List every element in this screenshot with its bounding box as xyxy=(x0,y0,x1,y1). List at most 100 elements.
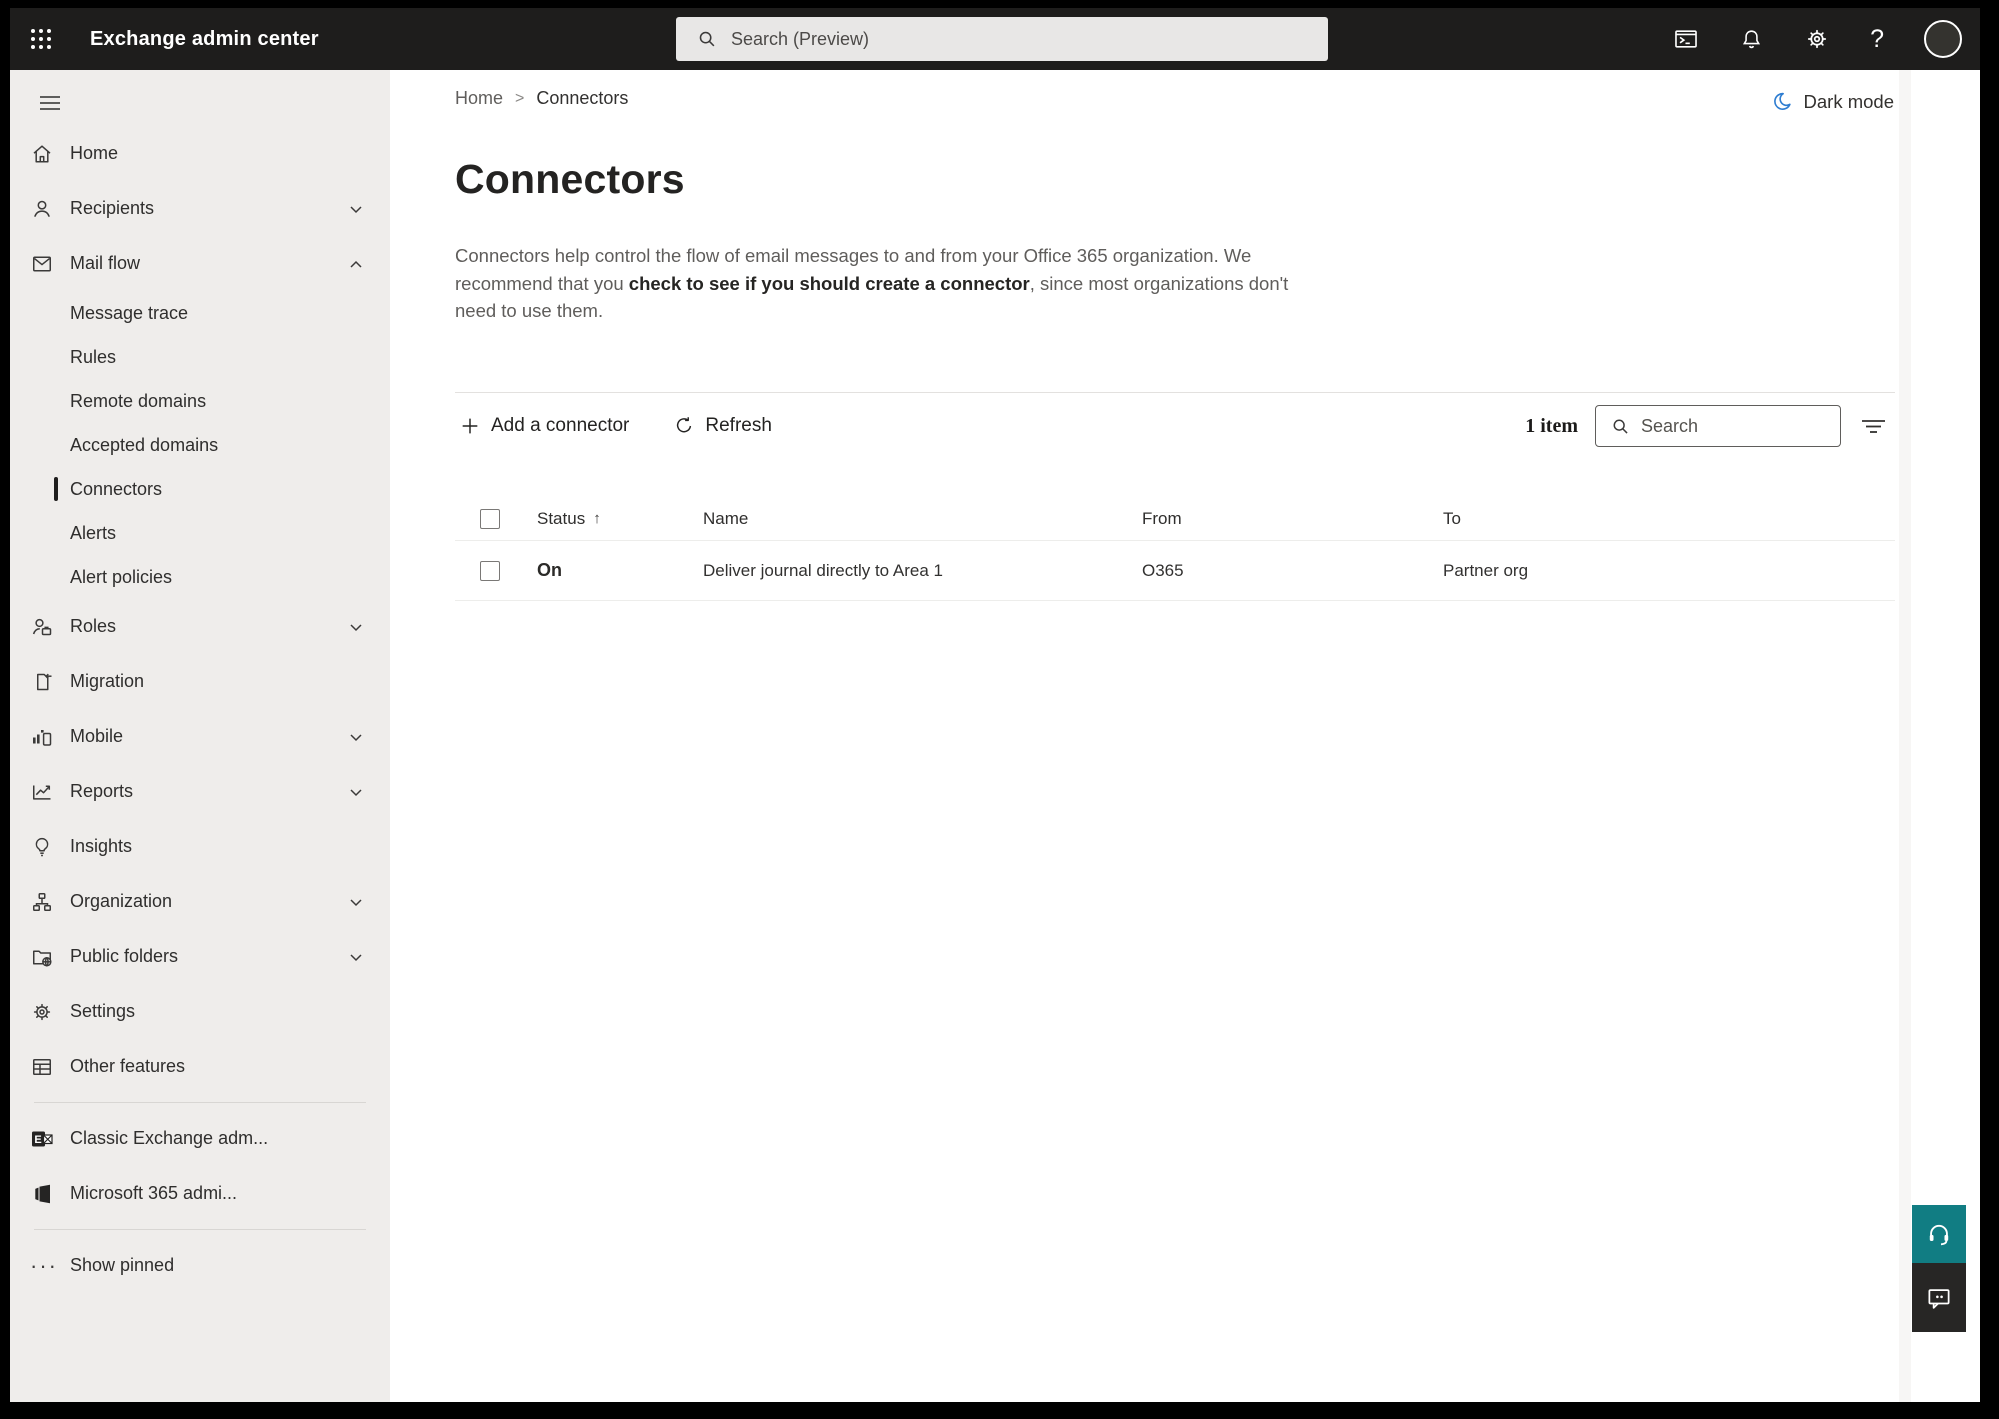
sidebar-item-classic-exchange-admin[interactable]: E Classic Exchange adm... xyxy=(10,1111,390,1166)
create-connector-link[interactable]: check to see if you should create a conn… xyxy=(629,273,1030,294)
app-launcher-button[interactable] xyxy=(10,8,72,70)
page-title: Connectors xyxy=(455,156,685,202)
sidebar-item-settings[interactable]: Settings xyxy=(10,984,390,1039)
row-checkbox[interactable] xyxy=(480,560,500,581)
sidebar-item-label: Recipients xyxy=(70,198,155,218)
column-header-from[interactable]: From xyxy=(1142,509,1443,529)
sidebar-item-message-trace[interactable]: Message trace xyxy=(10,291,390,335)
sidebar-item-label: Microsoft 365 admi... xyxy=(70,1183,238,1203)
filter-button[interactable] xyxy=(1858,414,1889,439)
item-count: 1 item xyxy=(1525,414,1578,437)
notifications-button[interactable] xyxy=(1739,27,1764,52)
scrollbar-track[interactable] xyxy=(1899,70,1911,1402)
person-icon xyxy=(30,197,54,221)
connectors-table: Status ↑ Name From To On Deliver journal… xyxy=(455,497,1895,601)
connector-name-link[interactable]: Deliver journal directly to Area 1 xyxy=(703,561,1142,581)
sidebar-item-mobile[interactable]: Mobile xyxy=(10,709,390,764)
sidebar-item-home[interactable]: Home xyxy=(10,126,390,181)
account-button[interactable] xyxy=(1924,20,1962,58)
sidebar-divider xyxy=(34,1102,366,1103)
nav-collapse-button[interactable] xyxy=(30,85,70,121)
sidebar-item-mail-flow[interactable]: Mail flow xyxy=(10,236,390,291)
nav-list: Home Recipients Mail flow Message trace … xyxy=(10,126,390,1293)
main-content: Home > Connectors Dark mode Connectors C… xyxy=(390,70,1980,1402)
sidebar-item-public-folders[interactable]: Public folders xyxy=(10,929,390,984)
topbar-search-input[interactable] xyxy=(731,28,1328,50)
sidebar-item-show-pinned[interactable]: ··· Show pinned xyxy=(10,1238,390,1293)
filter-icon xyxy=(1862,419,1885,433)
topbar: Exchange admin center Search (Preview) ? xyxy=(10,8,1980,70)
select-all-checkbox[interactable] xyxy=(480,508,500,529)
sidebar-item-roles[interactable]: Roles xyxy=(10,599,390,654)
sidebar-item-insights[interactable]: Insights xyxy=(10,819,390,874)
dark-mode-toggle[interactable]: Dark mode xyxy=(1770,90,1894,113)
sidebar-item-organization[interactable]: Organization xyxy=(10,874,390,929)
microsoft-365-logo-icon xyxy=(30,1182,54,1206)
sidebar-item-accepted-domains[interactable]: Accepted domains xyxy=(10,423,390,467)
powershell-button[interactable] xyxy=(1673,26,1699,52)
breadcrumb-home-link[interactable]: Home xyxy=(455,88,503,109)
sidebar-item-label: Insights xyxy=(70,836,133,856)
sidebar-item-alerts[interactable]: Alerts xyxy=(10,511,390,555)
column-header-to[interactable]: To xyxy=(1443,509,1895,529)
sidebar-item-label: Home xyxy=(70,143,119,163)
speech-bubble-icon xyxy=(1928,1288,1950,1309)
list-search-input[interactable] xyxy=(1641,415,1840,437)
feedback-button[interactable] xyxy=(1912,1263,1966,1332)
settings-button[interactable] xyxy=(1804,26,1830,52)
sidebar-item-label: Settings xyxy=(70,1001,136,1021)
sidebar-item-label: Other features xyxy=(70,1056,186,1076)
sidebar-item-reports[interactable]: Reports xyxy=(10,764,390,819)
avatar xyxy=(1924,20,1962,58)
chevron-down-icon xyxy=(346,947,366,967)
classic-exchange-logo-icon: E xyxy=(30,1127,54,1151)
sort-ascending-icon: ↑ xyxy=(593,510,601,527)
connector-from: O365 xyxy=(1142,560,1184,580)
headset-icon xyxy=(1929,1224,1949,1246)
add-connector-button[interactable]: Add a connector xyxy=(455,409,633,443)
list-search[interactable] xyxy=(1595,405,1841,447)
sidebar-item-label: Mail flow xyxy=(70,253,141,273)
app-title: Exchange admin center xyxy=(90,27,319,50)
table-grid-icon xyxy=(30,1055,54,1079)
sidebar-item-remote-domains[interactable]: Remote domains xyxy=(10,379,390,423)
search-icon xyxy=(699,31,715,47)
sidebar-item-rules[interactable]: Rules xyxy=(10,335,390,379)
sidebar-item-alert-policies[interactable]: Alert policies xyxy=(10,555,390,599)
search-icon xyxy=(1613,419,1628,434)
refresh-icon xyxy=(677,417,692,433)
sidebar-item-migration[interactable]: Migration xyxy=(10,654,390,709)
sidebar-item-label: Remote domains xyxy=(70,390,207,411)
column-header-label: Status xyxy=(537,508,586,528)
sidebar-item-label: Reports xyxy=(70,781,134,801)
person-briefcase-icon xyxy=(30,615,54,639)
table-row[interactable]: On Deliver journal directly to Area 1 O3… xyxy=(455,541,1895,601)
sidebar-item-label: Accepted domains xyxy=(70,434,219,455)
sidebar: Home Recipients Mail flow Message trace … xyxy=(10,70,390,1402)
svg-text:E: E xyxy=(34,1134,41,1146)
support-button[interactable] xyxy=(1912,1205,1966,1263)
sidebar-item-label: Alerts xyxy=(70,522,117,543)
column-header-status[interactable]: Status ↑ xyxy=(537,509,703,529)
sidebar-item-recipients[interactable]: Recipients xyxy=(10,181,390,236)
column-header-name[interactable]: Name xyxy=(703,509,1142,529)
dark-mode-label: Dark mode xyxy=(1803,90,1894,112)
sidebar-item-microsoft-365-admin[interactable]: Microsoft 365 admi... xyxy=(10,1166,390,1221)
sidebar-item-label: Alert policies xyxy=(70,566,173,587)
topbar-search[interactable] xyxy=(676,17,1328,61)
sidebar-item-connectors[interactable]: Connectors xyxy=(10,467,390,511)
toolbar-right: 1 item xyxy=(1525,405,1889,447)
help-button[interactable]: ? xyxy=(1870,25,1884,54)
breadcrumb: Home > Connectors xyxy=(455,88,628,109)
sidebar-item-label: Classic Exchange adm... xyxy=(70,1128,269,1148)
add-connector-label: Add a connector xyxy=(491,415,630,436)
sidebar-item-label: Roles xyxy=(70,616,117,636)
sidebar-item-label: Connectors xyxy=(70,478,163,499)
moon-icon xyxy=(1773,92,1791,110)
breadcrumb-separator: > xyxy=(515,89,525,107)
bell-icon xyxy=(1743,29,1761,48)
sidebar-item-other-features[interactable]: Other features xyxy=(10,1039,390,1094)
refresh-button[interactable]: Refresh xyxy=(669,409,776,443)
sidebar-item-label: Migration xyxy=(70,671,145,691)
table-header-row: Status ↑ Name From To xyxy=(455,497,1895,541)
